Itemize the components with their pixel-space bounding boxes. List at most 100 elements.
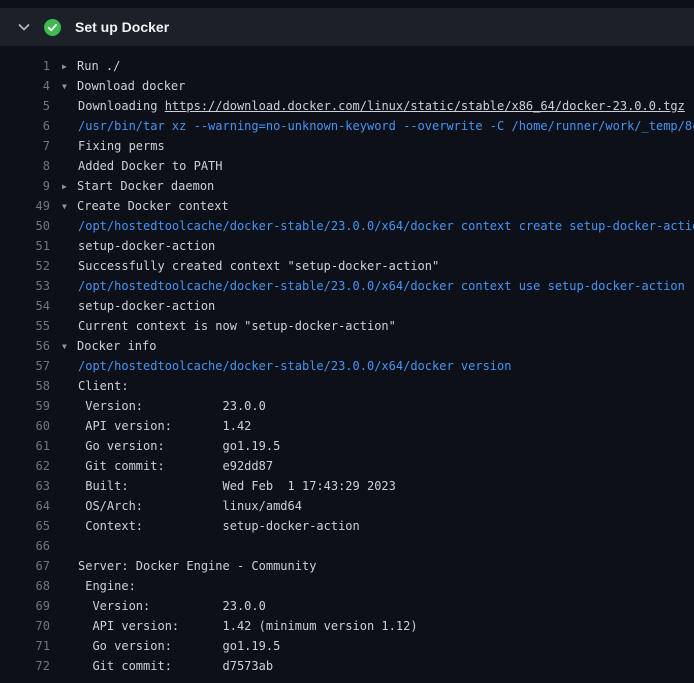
line-number[interactable]: 57 xyxy=(0,356,50,376)
log-line: 62 Git commit: e92dd87 xyxy=(0,456,694,476)
log-line: 71 Go version: go1.19.5 xyxy=(0,636,694,656)
step-header[interactable]: Set up Docker xyxy=(0,8,694,46)
line-number[interactable]: 63 xyxy=(0,476,50,496)
log-line: 60 API version: 1.42 xyxy=(0,416,694,436)
log-text: Version: 23.0.0 xyxy=(62,396,266,416)
log-group-header[interactable]: ▶Run ./ xyxy=(62,56,120,76)
log-text: API version: 1.42 xyxy=(62,416,251,436)
line-number[interactable]: 4 xyxy=(0,76,50,96)
line-number[interactable]: 53 xyxy=(0,276,50,296)
log-text: Client: xyxy=(62,376,129,396)
log-line: 5 Downloading https://download.docker.com… xyxy=(0,96,694,116)
log-text: setup-docker-action xyxy=(62,296,215,316)
log-command: /opt/hostedtoolcache/docker-stable/23.0.… xyxy=(62,356,511,376)
line-number[interactable]: 62 xyxy=(0,456,50,476)
log-command: /opt/hostedtoolcache/docker-stable/23.0.… xyxy=(62,216,694,236)
step-title: Set up Docker xyxy=(75,19,169,35)
log-text: Server: Docker Engine - Community xyxy=(62,556,316,576)
log-line: 59 Version: 23.0.0 xyxy=(0,396,694,416)
line-number[interactable]: 71 xyxy=(0,636,50,656)
line-number[interactable]: 6 xyxy=(0,116,50,136)
log-line: 53/opt/hostedtoolcache/docker-stable/23.… xyxy=(0,276,694,296)
line-number[interactable]: 61 xyxy=(0,436,50,456)
line-number[interactable]: 68 xyxy=(0,576,50,596)
log-line: 49 ▼Create Docker context xyxy=(0,196,694,216)
group-title: Docker info xyxy=(77,339,156,353)
line-number[interactable]: 58 xyxy=(0,376,50,396)
log-line: 63 Built: Wed Feb 1 17:43:29 2023 xyxy=(0,476,694,496)
log-text: Git commit: d7573ab xyxy=(62,656,273,676)
line-number[interactable]: 65 xyxy=(0,516,50,536)
line-number[interactable]: 70 xyxy=(0,616,50,636)
line-number[interactable]: 69 xyxy=(0,596,50,616)
log-text: Engine: xyxy=(62,576,136,596)
log-lines: 1▶Run ./4▼Download docker5Downloading ht… xyxy=(0,46,694,676)
line-number[interactable]: 5 xyxy=(0,96,50,116)
log-text xyxy=(62,536,78,556)
log-command: /usr/bin/tar xz --warning=no-unknown-key… xyxy=(62,116,694,136)
group-title: Create Docker context xyxy=(77,199,229,213)
log-text: Fixing perms xyxy=(62,136,165,156)
line-number[interactable]: 7 xyxy=(0,136,50,156)
log-text: Go version: go1.19.5 xyxy=(62,636,280,656)
log-line: 66 xyxy=(0,536,694,556)
log-line: 58 Client: xyxy=(0,376,694,396)
log-text: Built: Wed Feb 1 17:43:29 2023 xyxy=(62,476,396,496)
group-title: Run ./ xyxy=(77,59,120,73)
log-command: /opt/hostedtoolcache/docker-stable/23.0.… xyxy=(62,276,685,296)
log-group-header[interactable]: ▼Create Docker context xyxy=(62,196,229,216)
line-number[interactable]: 67 xyxy=(0,556,50,576)
line-number[interactable]: 1 xyxy=(0,56,50,76)
log-line: 57/opt/hostedtoolcache/docker-stable/23.… xyxy=(0,356,694,376)
log-line: 61 Go version: go1.19.5 xyxy=(0,436,694,456)
log-group-header[interactable]: ▼Download docker xyxy=(62,76,185,96)
log-line: 8 Added Docker to PATH xyxy=(0,156,694,176)
line-number[interactable]: 66 xyxy=(0,536,50,556)
log-text: Downloading https://download.docker.com/… xyxy=(62,96,685,116)
line-number[interactable]: 8 xyxy=(0,156,50,176)
line-number[interactable]: 60 xyxy=(0,416,50,436)
log-text: Current context is now "setup-docker-act… xyxy=(62,316,396,336)
log-line: 68 Engine: xyxy=(0,576,694,596)
log-line: 69 Version: 23.0.0 xyxy=(0,596,694,616)
line-number[interactable]: 50 xyxy=(0,216,50,236)
line-number[interactable]: 54 xyxy=(0,296,50,316)
log-text: Successfully created context "setup-dock… xyxy=(62,256,439,276)
log-group-header[interactable]: ▶Start Docker daemon xyxy=(62,176,214,196)
triangle-expanded-icon: ▼ xyxy=(62,77,77,96)
log-text: OS/Arch: linux/amd64 xyxy=(62,496,302,516)
triangle-expanded-icon: ▼ xyxy=(62,197,77,216)
log-line: 1 ▶Run ./ xyxy=(0,56,694,76)
log-line: 54 setup-docker-action xyxy=(0,296,694,316)
log-line: 4 ▼Download docker xyxy=(0,76,694,96)
line-number[interactable]: 59 xyxy=(0,396,50,416)
chevron-down-icon[interactable] xyxy=(16,19,32,35)
log-line: 67 Server: Docker Engine - Community xyxy=(0,556,694,576)
log-text: Version: 23.0.0 xyxy=(62,596,266,616)
group-title: Start Docker daemon xyxy=(77,179,214,193)
log-line: 72 Git commit: d7573ab xyxy=(0,656,694,676)
log-line: 65 Context: setup-docker-action xyxy=(0,516,694,536)
log-link[interactable]: https://download.docker.com/linux/static… xyxy=(165,99,685,113)
log-line: 50/opt/hostedtoolcache/docker-stable/23.… xyxy=(0,216,694,236)
log-text: Added Docker to PATH xyxy=(62,156,223,176)
triangle-collapsed-icon: ▶ xyxy=(62,177,77,196)
log-text-prefix: Downloading xyxy=(78,99,165,113)
check-circle-icon xyxy=(44,19,61,36)
line-number[interactable]: 52 xyxy=(0,256,50,276)
line-number[interactable]: 49 xyxy=(0,196,50,216)
log-line: 55 Current context is now "setup-docker-a… xyxy=(0,316,694,336)
log-line: 64 OS/Arch: linux/amd64 xyxy=(0,496,694,516)
log-group-header[interactable]: ▼Docker info xyxy=(62,336,156,356)
group-title: Download docker xyxy=(77,79,185,93)
triangle-collapsed-icon: ▶ xyxy=(62,57,77,76)
line-number[interactable]: 56 xyxy=(0,336,50,356)
log-text: Go version: go1.19.5 xyxy=(62,436,280,456)
log-line: 7 Fixing perms xyxy=(0,136,694,156)
line-number[interactable]: 55 xyxy=(0,316,50,336)
line-number[interactable]: 72 xyxy=(0,656,50,676)
line-number[interactable]: 64 xyxy=(0,496,50,516)
log-line: 6/usr/bin/tar xz --warning=no-unknown-ke… xyxy=(0,116,694,136)
line-number[interactable]: 51 xyxy=(0,236,50,256)
line-number[interactable]: 9 xyxy=(0,176,50,196)
